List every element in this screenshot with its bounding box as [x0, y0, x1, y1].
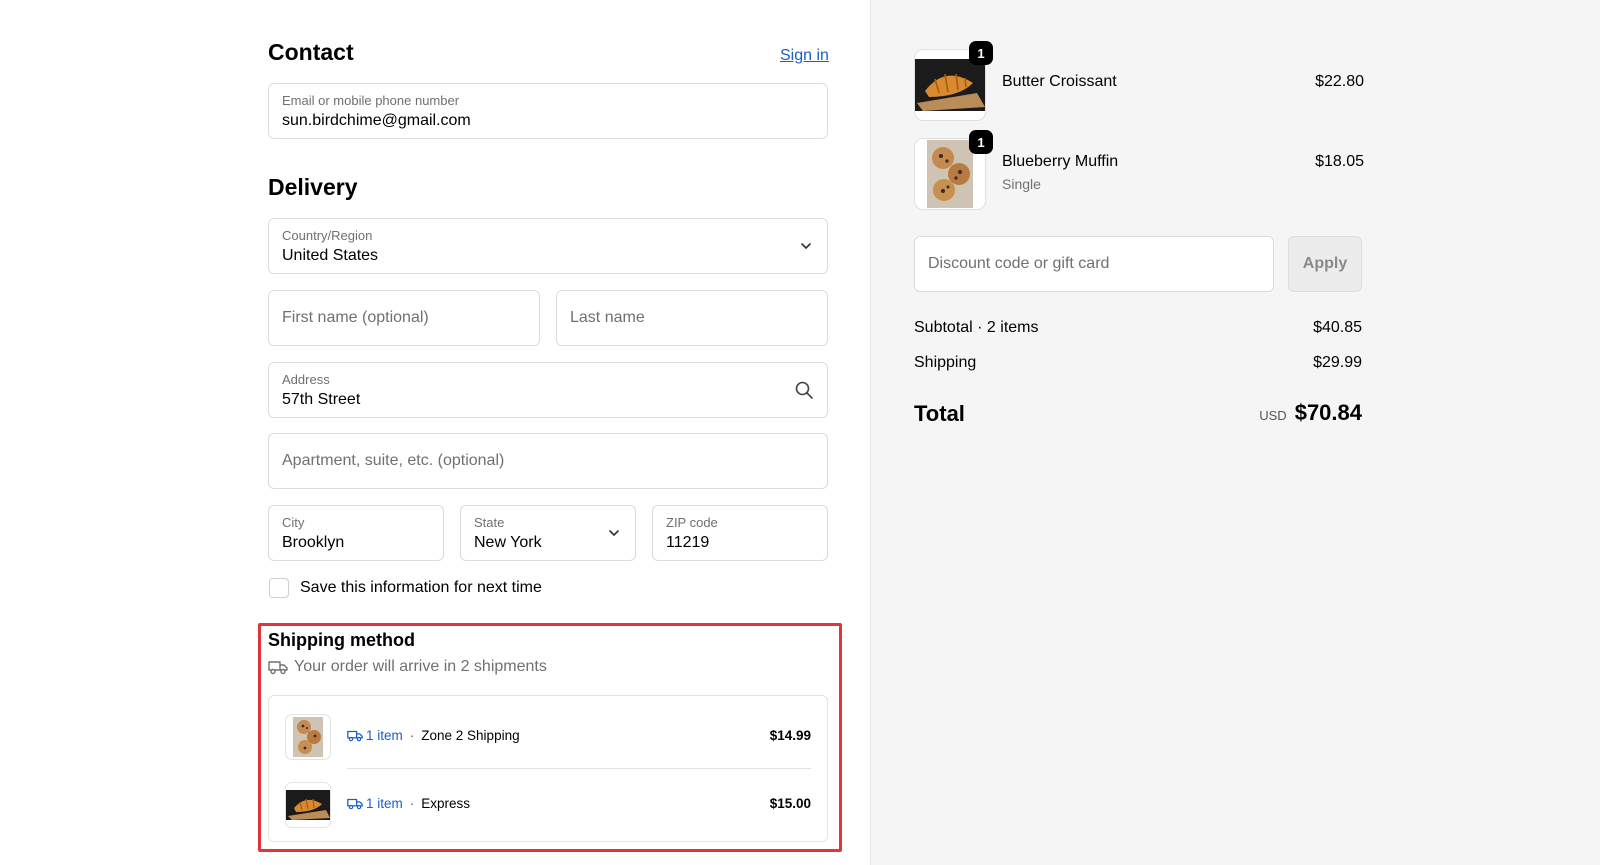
- shipments-list: 1 item · Zone 2 Shipping $14.99 1 item ·…: [268, 695, 828, 842]
- shipment-items-count: 1 item: [366, 727, 403, 743]
- address-field-label: Address: [282, 372, 330, 387]
- zip-field-value: 11219: [666, 534, 710, 551]
- delivery-title: Delivery: [268, 174, 358, 200]
- email-field-value: sun.birdchime@gmail.com: [282, 112, 471, 129]
- shipment-thumbnail: [285, 782, 331, 828]
- contact-title: Contact: [268, 39, 354, 65]
- last-name-field[interactable]: Last name: [556, 290, 828, 346]
- shipment-items-link[interactable]: 1 item: [347, 796, 403, 811]
- shipment-price: $15.00: [769, 795, 811, 811]
- muffin-image: [927, 140, 973, 208]
- total-label: Total: [914, 401, 965, 426]
- save-info-label: Save this information for next time: [300, 579, 542, 596]
- shipment-divider: [347, 768, 811, 769]
- search-icon[interactable]: [794, 380, 814, 400]
- address-field[interactable]: Address 57th Street: [268, 362, 828, 418]
- sign-in-link[interactable]: Sign in: [780, 47, 829, 65]
- shipment-info: 1 item · Zone 2 Shipping: [347, 702, 520, 768]
- shipment-info: 1 item · Express: [347, 770, 470, 836]
- chevron-down-icon: [609, 530, 619, 536]
- apply-discount-button[interactable]: Apply: [1288, 236, 1362, 292]
- product-name: Butter Croissant: [1002, 73, 1117, 90]
- order-product-item: 1 Butter Croissant $22.80: [914, 41, 1364, 121]
- apartment-placeholder: Apartment, suite, etc. (optional): [282, 452, 505, 469]
- last-name-placeholder: Last name: [570, 309, 645, 326]
- product-variant: Single: [1002, 176, 1041, 192]
- country-select[interactable]: Country/Region United States: [268, 218, 828, 274]
- email-field[interactable]: Email or mobile phone number sun.birdchi…: [268, 83, 828, 139]
- total-value: $70.84: [1294, 400, 1362, 425]
- muffin-image: [293, 717, 323, 757]
- shipping-method-title: Shipping method: [268, 630, 415, 650]
- checkout-form-panel: Contact Sign in Email or mobile phone nu…: [0, 0, 870, 865]
- address-field-value: 57th Street: [282, 391, 361, 408]
- shipment-row[interactable]: 1 item · Express $15.00: [269, 770, 827, 836]
- chevron-down-icon: [801, 243, 811, 249]
- shipping-method-subtitle: Your order will arrive in 2 shipments: [268, 658, 547, 676]
- shipping-value: $29.99: [1313, 354, 1362, 371]
- apartment-field[interactable]: Apartment, suite, etc. (optional): [268, 433, 828, 489]
- shipment-items-count: 1 item: [366, 795, 403, 811]
- total-amount: USD $70.84: [1259, 400, 1362, 426]
- delivery-truck-icon: [268, 661, 288, 675]
- quantity-badge: 1: [969, 130, 993, 154]
- croissant-image: [286, 790, 330, 820]
- city-field-value: Brooklyn: [282, 534, 345, 551]
- email-field-label: Email or mobile phone number: [282, 93, 460, 108]
- city-field-label: City: [282, 515, 305, 530]
- country-select-value: United States: [282, 247, 379, 264]
- total-currency: USD: [1259, 408, 1287, 423]
- shipment-items-link[interactable]: 1 item: [347, 728, 403, 743]
- shipping-row: Shipping $29.99: [914, 354, 1362, 372]
- state-select-label: State: [474, 515, 505, 530]
- state-select[interactable]: State New York: [460, 505, 636, 561]
- first-name-field[interactable]: First name (optional): [268, 290, 540, 346]
- save-info-checkbox[interactable]: [269, 578, 289, 598]
- zip-field[interactable]: ZIP code 11219: [652, 505, 828, 561]
- shipment-method-name: Express: [421, 795, 471, 811]
- delivery-truck-icon: [347, 798, 363, 809]
- shipment-price: $14.99: [769, 727, 811, 743]
- discount-code-field[interactable]: Discount code or gift card: [914, 236, 1274, 292]
- shipping-method-subtitle-text: Your order will arrive in 2 shipments: [294, 658, 547, 675]
- quantity-badge: 1: [969, 41, 993, 65]
- subtotal-row: Subtotal · 2 items $40.85: [914, 319, 1362, 337]
- discount-code-placeholder: Discount code or gift card: [928, 255, 1110, 272]
- product-price: $18.05: [1315, 153, 1364, 170]
- delivery-truck-icon: [347, 730, 363, 741]
- subtotal-label: Subtotal · 2 items: [914, 319, 1039, 336]
- shipping-label: Shipping: [914, 354, 977, 371]
- city-field[interactable]: City Brooklyn: [268, 505, 444, 561]
- shipment-thumbnail: [285, 714, 331, 760]
- product-name: Blueberry Muffin: [1002, 153, 1119, 170]
- order-product-item: 1 Blueberry Muffin Single $18.05: [914, 130, 1364, 210]
- zip-field-label: ZIP code: [666, 515, 718, 530]
- country-select-label: Country/Region: [282, 228, 373, 243]
- separator-dot: ·: [409, 795, 415, 811]
- subtotal-value: $40.85: [1313, 319, 1362, 336]
- shipment-method-name: Zone 2 Shipping: [421, 727, 520, 743]
- state-select-value: New York: [474, 534, 542, 551]
- product-price: $22.80: [1315, 73, 1364, 90]
- separator-dot: ·: [409, 727, 415, 743]
- croissant-image: [915, 59, 985, 111]
- first-name-placeholder: First name (optional): [282, 309, 429, 326]
- shipment-row[interactable]: 1 item · Zone 2 Shipping $14.99: [269, 702, 827, 768]
